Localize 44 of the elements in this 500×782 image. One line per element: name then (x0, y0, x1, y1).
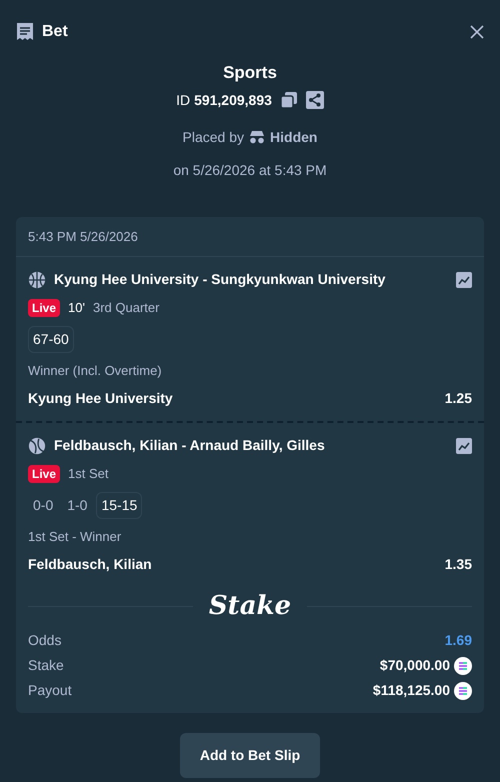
receipt-icon (16, 22, 34, 42)
coin-icon (454, 682, 472, 700)
event-title: Feldbausch, Kilian - Arnaud Bailly, Gilles (54, 436, 326, 455)
add-to-bet-slip-button[interactable]: Add to Bet Slip (180, 733, 320, 778)
coin-icon (454, 656, 472, 674)
market-name: Winner (Incl. Overtime) (28, 362, 163, 380)
placed-date: on 5/26/2026 at 5:43 PM (173, 160, 327, 180)
score: 15-15 (96, 492, 142, 518)
bet-id: 591,209,893 (194, 90, 272, 110)
score: 67-60 (28, 326, 74, 352)
stats-icon[interactable] (456, 272, 472, 288)
live-badge: Live (28, 464, 60, 483)
brand-logo: Stake (208, 590, 292, 623)
total-value: $118,125.00 (372, 681, 450, 700)
dialog-title: Bet (42, 22, 69, 42)
total-label: Odds (28, 631, 62, 650)
id-label: ID (176, 90, 190, 110)
match-period: 3rd Quarter (92, 299, 160, 317)
market-name: 1st Set - Winner (28, 528, 122, 546)
stats-icon[interactable] (456, 438, 472, 454)
selection-odds: 1.35 (444, 555, 472, 574)
total-label: Stake (28, 656, 64, 675)
bet-timestamp: 5:43 PM 5/26/2026 (16, 216, 484, 257)
user-name: Hidden (270, 128, 318, 146)
live-badge: Live (28, 298, 60, 317)
event-title: Kyung Hee University - Sungkyunkwan University (54, 270, 386, 289)
close-icon[interactable] (470, 25, 484, 39)
selection-odds: 1.25 (444, 389, 472, 408)
share-icon[interactable] (306, 91, 324, 109)
score: 1-0 (66, 496, 88, 514)
total-label: Payout (28, 681, 72, 700)
match-period: 1st Set (68, 465, 108, 483)
total-value: $70,000.00 (380, 656, 450, 675)
placed-by-label: Placed by (182, 128, 244, 147)
selection-name: Kyung Hee University (28, 389, 173, 408)
basketball-icon (28, 270, 46, 288)
score: 0-0 (32, 496, 54, 514)
match-clock: 10' (68, 299, 85, 317)
incognito-icon (248, 130, 266, 144)
total-value: 1.69 (444, 631, 472, 650)
bet-category: Sports (223, 62, 277, 84)
copy-icon[interactable] (280, 91, 298, 109)
tennis-ball-icon (28, 436, 46, 454)
selection-name: Feldbausch, Kilian (28, 555, 152, 574)
